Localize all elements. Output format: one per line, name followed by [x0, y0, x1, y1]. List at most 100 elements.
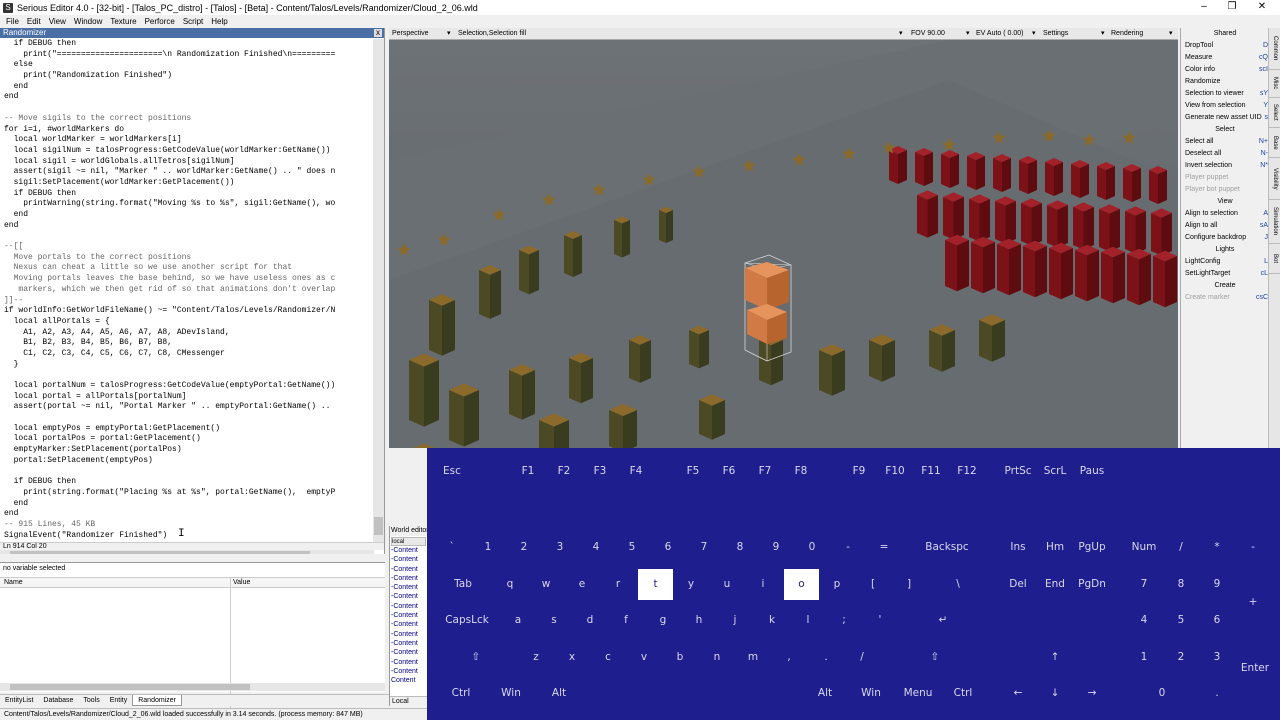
- key-q[interactable]: q: [493, 569, 527, 600]
- selection-mode[interactable]: Selection,Selection fill: [458, 28, 526, 40]
- key-1[interactable]: 1: [1125, 642, 1163, 673]
- key-d[interactable]: d: [573, 605, 607, 636]
- key-sym3-12[interactable]: ↵: [899, 605, 987, 636]
- code-line[interactable]: Move portals to the correct positions: [4, 253, 372, 264]
- world-tree-item[interactable]: -Content: [390, 592, 427, 601]
- key-f10[interactable]: F10: [878, 456, 912, 487]
- key-l[interactable]: l: [791, 605, 825, 636]
- key-b[interactable]: b: [663, 642, 697, 673]
- action-item[interactable]: Randomize: [1181, 76, 1269, 88]
- menu-window[interactable]: Window: [74, 17, 102, 26]
- code-line[interactable]: [4, 370, 372, 381]
- key-9[interactable]: 9: [759, 532, 793, 563]
- key-t[interactable]: t: [638, 569, 673, 600]
- key-i[interactable]: i: [746, 569, 780, 600]
- code-line[interactable]: end: [4, 92, 372, 103]
- code-line[interactable]: Moving portals leaves the base behind, s…: [4, 274, 372, 285]
- code-line[interactable]: portal:SetPlacement(emptyPos): [4, 456, 372, 467]
- code-line[interactable]: --[[: [4, 242, 372, 253]
- menu-file[interactable]: File: [6, 17, 19, 26]
- key-f5[interactable]: F5: [676, 456, 710, 487]
- code-line[interactable]: -- Move sigils to the correct positions: [4, 114, 372, 125]
- key-6[interactable]: 6: [651, 532, 685, 563]
- settings-chevron-icon[interactable]: ▾: [1101, 28, 1105, 40]
- key-sym5-8[interactable]: ←: [1001, 678, 1035, 709]
- key-sym4-8[interactable]: ,: [772, 642, 806, 673]
- key-n[interactable]: n: [700, 642, 734, 673]
- key-sym2-11[interactable]: [: [856, 569, 890, 600]
- world-tree-item[interactable]: -Content: [390, 565, 427, 574]
- code-line[interactable]: if DEBUG then: [4, 189, 372, 200]
- code-line[interactable]: C1, C2, C3, C4, C5, C6, C7, C8, CMesseng…: [4, 349, 372, 360]
- key-z[interactable]: z: [519, 642, 553, 673]
- fov-chevron-icon[interactable]: ▾: [966, 28, 970, 40]
- code-vertical-scrollbar[interactable]: [373, 39, 384, 542]
- vertical-tab[interactable]: Misc: [1269, 70, 1280, 98]
- code-line[interactable]: A1, A2, A3, A4, A5, A6, A7, A8, ADevIsla…: [4, 328, 372, 339]
- key-menu[interactable]: Menu: [897, 678, 939, 709]
- key-capslck[interactable]: CapsLck: [435, 605, 499, 636]
- vertical-tab[interactable]: Bot: [1269, 244, 1280, 274]
- world-editor-local-tab[interactable]: Local: [390, 696, 427, 706]
- key-g[interactable]: g: [646, 605, 680, 636]
- key-p[interactable]: p: [820, 569, 854, 600]
- key-sym2-13[interactable]: \: [928, 569, 988, 600]
- key-u[interactable]: u: [710, 569, 744, 600]
- key-sym2-12[interactable]: ]: [892, 569, 926, 600]
- vertical-tab[interactable]: Simulation: [1269, 200, 1280, 244]
- code-horizontal-scroll-thumb[interactable]: [10, 551, 310, 554]
- close-button[interactable]: ✕: [1248, 0, 1276, 15]
- key-1[interactable]: 1: [471, 532, 505, 563]
- script-editor-close-button[interactable]: x: [374, 29, 382, 37]
- key-6[interactable]: 6: [1200, 605, 1234, 636]
- code-line[interactable]: print(string.format("Placing %s at %s", …: [4, 488, 372, 499]
- key-pgdn[interactable]: PgDn: [1074, 569, 1110, 600]
- world-tree-item[interactable]: -Content: [390, 602, 427, 611]
- key-tab[interactable]: Tab: [435, 569, 491, 600]
- world-tree-item[interactable]: -Content: [390, 639, 427, 648]
- menu-script[interactable]: Script: [183, 17, 203, 26]
- key-sym5-9[interactable]: ↓: [1038, 678, 1072, 709]
- rendering-dropdown[interactable]: Rendering: [1111, 28, 1143, 40]
- tab-database[interactable]: Database: [38, 695, 78, 706]
- code-line[interactable]: else: [4, 60, 372, 71]
- selection-chevron-icon[interactable]: ▾: [899, 28, 903, 40]
- tab-entitylist[interactable]: EntityList: [0, 695, 38, 706]
- key-f2[interactable]: F2: [547, 456, 581, 487]
- key-a[interactable]: a: [501, 605, 535, 636]
- key-backspc[interactable]: Backspc: [903, 532, 991, 563]
- code-line[interactable]: [4, 103, 372, 114]
- code-line[interactable]: }: [4, 360, 372, 371]
- key-sym3-10[interactable]: ;: [827, 605, 861, 636]
- key-end[interactable]: End: [1038, 569, 1072, 600]
- world-tree-item[interactable]: -Content: [390, 611, 427, 620]
- code-line[interactable]: if worldInfo:GetWorldFileName() ~= "Cont…: [4, 306, 372, 317]
- world-editor-filter[interactable]: local: [391, 537, 426, 546]
- key-pgup[interactable]: PgUp: [1074, 532, 1110, 563]
- action-item[interactable]: Align to selection A: [1181, 208, 1269, 220]
- key-9[interactable]: 9: [1200, 569, 1234, 600]
- code-editor[interactable]: if DEBUG then print("===================…: [0, 39, 372, 542]
- key-e[interactable]: e: [565, 569, 599, 600]
- key-sym4-11[interactable]: ⇧: [882, 642, 988, 673]
- action-item[interactable]: View from selection Y: [1181, 100, 1269, 112]
- key-sym4-10[interactable]: /: [845, 642, 879, 673]
- code-line[interactable]: print("Randomization Finished"): [4, 71, 372, 82]
- key-sym5-12[interactable]: .: [1200, 678, 1234, 709]
- key-space[interactable]: [585, 678, 797, 709]
- key-f3[interactable]: F3: [583, 456, 617, 487]
- key-sym1-12[interactable]: =: [867, 532, 901, 563]
- action-item[interactable]: Select all N+: [1181, 136, 1269, 148]
- key-alt[interactable]: Alt: [803, 678, 847, 709]
- action-item[interactable]: LightConfig L: [1181, 256, 1269, 268]
- key-k[interactable]: k: [755, 605, 789, 636]
- key-f7[interactable]: F7: [748, 456, 782, 487]
- world-tree-item[interactable]: -Content: [390, 555, 427, 564]
- code-line[interactable]: sigil:SetPlacement(worldMarker:GetPlacem…: [4, 178, 372, 189]
- key-sym1-18[interactable]: /: [1164, 532, 1198, 563]
- key-enter[interactable]: Enter: [1236, 642, 1274, 708]
- code-line[interactable]: local portal = allPortals[portalNum]: [4, 392, 372, 403]
- variables-scroll-thumb[interactable]: [10, 684, 250, 690]
- key-sym5-10[interactable]: →: [1074, 678, 1110, 709]
- variables-horizontal-scrollbar[interactable]: [0, 683, 385, 691]
